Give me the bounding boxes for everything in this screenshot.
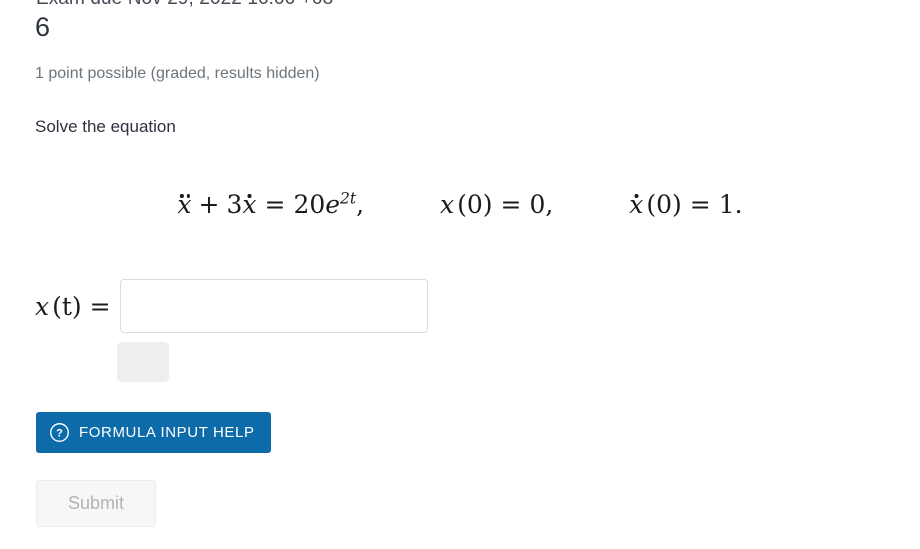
x-single-dot: x bbox=[242, 190, 256, 219]
answer-area: x (t) = bbox=[35, 279, 428, 382]
problem-number: 6 bbox=[35, 12, 51, 42]
formula-input-help-button[interactable]: ? Formula Input Help bbox=[36, 412, 271, 453]
initial-condition-2: x (0) = 1. bbox=[629, 190, 742, 219]
eq-rhs-coefficient: 20 bbox=[293, 190, 326, 219]
ic2-argument: (0) bbox=[646, 190, 682, 219]
problem-prompt: Solve the equation bbox=[35, 117, 176, 136]
answer-label: x (t) = bbox=[35, 279, 120, 335]
ic1-variable: x bbox=[440, 190, 455, 219]
ic1-argument: (0) bbox=[457, 190, 493, 219]
single-dot-accent bbox=[247, 177, 252, 202]
answer-preview-box bbox=[117, 342, 169, 382]
answer-label-arg: (t) bbox=[52, 292, 82, 321]
eq-equals: = bbox=[264, 190, 286, 219]
differential-equation: x +3 x = 20e2t, bbox=[177, 190, 364, 219]
question-mark-circle-icon: ? bbox=[50, 423, 69, 442]
ic1-value: 0, bbox=[529, 190, 554, 219]
points-possible-status: 1 point possible (graded, results hidden… bbox=[35, 65, 320, 82]
exam-due-header: Exam due Nov 29, 2022 16:00 +08 bbox=[36, 0, 333, 10]
eq-rhs-exponent: 2t bbox=[340, 189, 357, 208]
answer-input[interactable] bbox=[119, 279, 428, 333]
answer-label-equals: = bbox=[89, 292, 111, 321]
ic1-equals: = bbox=[500, 190, 522, 219]
formula-input-help-label: Formula Input Help bbox=[79, 424, 255, 441]
eq-plus: + bbox=[198, 190, 220, 219]
eq-rhs-base: e bbox=[325, 190, 341, 219]
initial-condition-1: x (0) = 0, bbox=[440, 190, 553, 219]
eq-coefficient: 3 bbox=[226, 190, 243, 219]
single-dot-accent-ic2 bbox=[634, 177, 639, 202]
double-dot-accent bbox=[180, 177, 191, 202]
eq-comma: , bbox=[356, 190, 365, 219]
equation-display: x +3 x = 20e2t, x (0) = 0, x (0) = 1. bbox=[0, 190, 920, 220]
x-double-dot: x bbox=[177, 190, 191, 219]
ic2-equals: = bbox=[689, 190, 711, 219]
x-dot-ic2: x bbox=[629, 190, 643, 219]
svg-text:?: ? bbox=[56, 428, 63, 440]
ic2-value: 1. bbox=[718, 190, 743, 219]
answer-label-var: x bbox=[35, 292, 50, 321]
answer-row: x (t) = bbox=[35, 279, 428, 335]
submit-button[interactable]: Submit bbox=[36, 480, 156, 527]
